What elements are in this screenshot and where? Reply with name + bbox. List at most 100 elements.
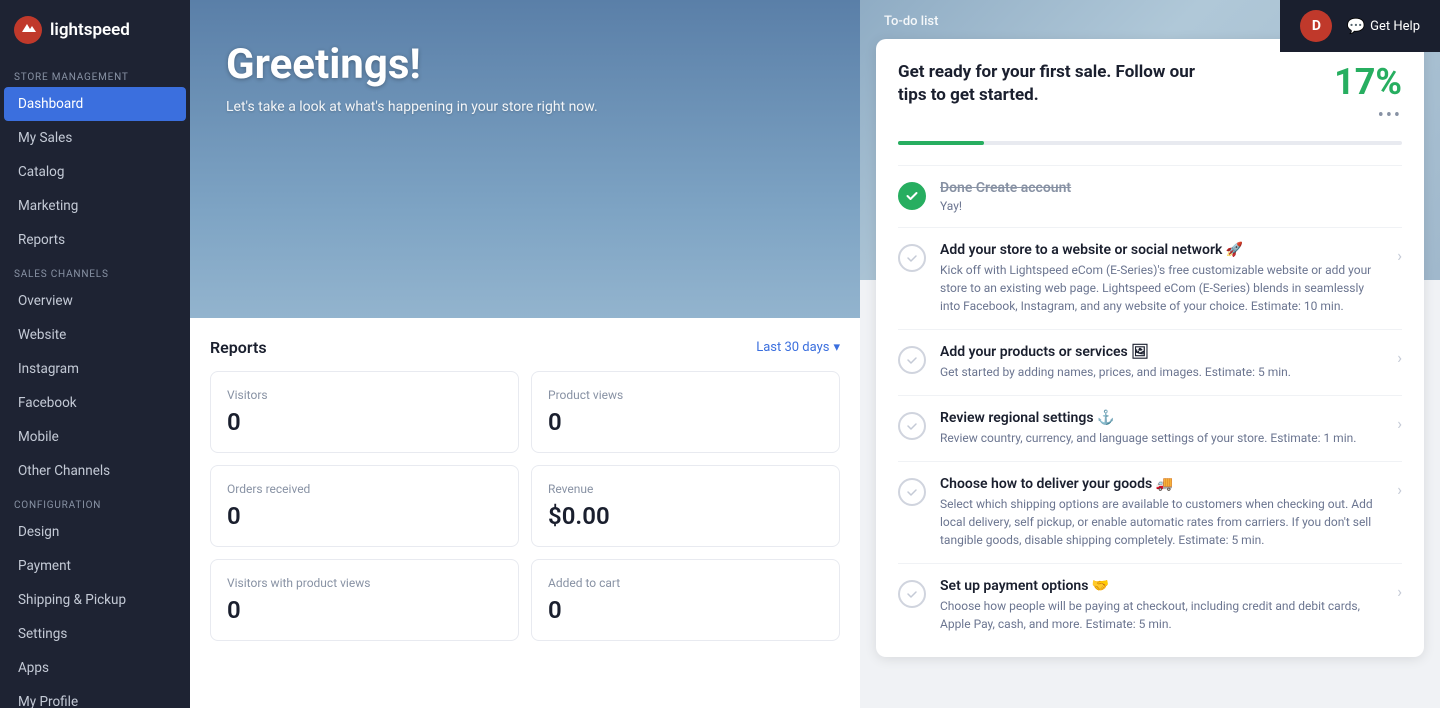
chevron-right-icon: › — [1397, 480, 1402, 499]
todo-check-done — [898, 182, 926, 210]
create-account-label: Done Create account — [940, 180, 1402, 196]
sidebar-item-marketing[interactable]: Marketing — [4, 189, 186, 223]
main-content: D 💬 Get Help — [190, 0, 1440, 708]
todo-progress-fill — [898, 141, 984, 145]
hero-panel: Greetings! Let's take a look at what's h… — [190, 0, 860, 708]
reports-cards: Visitors 0 Product views 0 Orders receiv… — [210, 371, 840, 641]
added-to-cart-value: 0 — [548, 596, 823, 624]
payment-options-desc: Choose how people will be paying at chec… — [940, 597, 1383, 633]
sidebar-item-settings[interactable]: Settings — [4, 617, 186, 651]
added-to-cart-label: Added to cart — [548, 576, 823, 590]
reports-section: Reports Last 30 days ▾ Visitors 0 Produc… — [190, 318, 860, 708]
report-card-product-views: Product views 0 — [531, 371, 840, 453]
add-store-desc: Kick off with Lightspeed eCom (E-Series)… — [940, 261, 1383, 315]
greeting-heading: Greetings! — [226, 40, 824, 89]
chevron-right-icon: › — [1397, 414, 1402, 433]
todo-check-add-store — [898, 244, 926, 272]
add-products-desc: Get started by adding names, prices, and… — [940, 363, 1383, 381]
report-card-orders: Orders received 0 — [210, 465, 519, 547]
topbar: D 💬 Get Help — [1280, 0, 1440, 52]
todo-check-deliver-goods — [898, 478, 926, 506]
report-card-visitors-product-views: Visitors with product views 0 — [210, 559, 519, 641]
lightspeed-logo-icon — [14, 16, 42, 44]
deliver-goods-title: Choose how to deliver your goods 🚚 — [940, 476, 1383, 492]
todo-item-review-regional[interactable]: Review regional settings ⚓ Review countr… — [898, 395, 1402, 461]
chevron-down-icon: ▾ — [833, 340, 840, 355]
revenue-label: Revenue — [548, 482, 823, 496]
reports-filter-button[interactable]: Last 30 days ▾ — [756, 340, 840, 355]
product-views-value: 0 — [548, 408, 823, 436]
todo-check-add-products — [898, 346, 926, 374]
todo-item-payment-options[interactable]: Set up payment options 🤝 Choose how peop… — [898, 563, 1402, 647]
sidebar-item-catalog[interactable]: Catalog — [4, 155, 186, 189]
todo-item-body: Add your store to a website or social ne… — [940, 242, 1383, 315]
product-views-label: Product views — [548, 388, 823, 402]
check-icon — [906, 486, 918, 498]
reports-title: Reports — [210, 338, 267, 357]
report-card-added-to-cart: Added to cart 0 — [531, 559, 840, 641]
todo-item-body: Done Create account Yay! — [940, 180, 1402, 213]
todo-percentage: 17% — [1334, 61, 1402, 103]
content-area: Greetings! Let's take a look at what's h… — [190, 0, 1440, 708]
configuration-section: Configuration Design Payment Shipping & … — [0, 488, 190, 708]
todo-more-button[interactable]: ••• — [1378, 107, 1402, 125]
todo-item-body: Set up payment options 🤝 Choose how peop… — [940, 578, 1383, 633]
sidebar-item-shipping-pickup[interactable]: Shipping & Pickup — [4, 583, 186, 617]
payment-options-title: Set up payment options 🤝 — [940, 578, 1383, 594]
sidebar-logo[interactable]: lightspeed — [0, 0, 190, 60]
avatar-button[interactable]: D — [1300, 10, 1332, 42]
chevron-right-icon: › — [1397, 246, 1402, 265]
check-icon — [906, 420, 918, 432]
chevron-right-icon: › — [1397, 582, 1402, 601]
sidebar-item-dashboard[interactable]: Dashboard — [4, 87, 186, 121]
sidebar-item-my-sales[interactable]: My Sales — [4, 121, 186, 155]
todo-item-create-account[interactable]: Done Create account Yay! — [898, 165, 1402, 227]
get-help-button[interactable]: 💬 Get Help — [1346, 17, 1420, 35]
report-card-visitors: Visitors 0 — [210, 371, 519, 453]
todo-card-header: Get ready for your first sale. Follow ou… — [898, 61, 1402, 125]
sales-channels-section: Sales channels Overview Website Instagra… — [0, 257, 190, 488]
report-card-revenue: Revenue $0.00 — [531, 465, 840, 547]
create-account-done-text: Yay! — [940, 199, 1402, 213]
sidebar-item-mobile[interactable]: Mobile — [4, 420, 186, 454]
review-regional-desc: Review country, currency, and language s… — [940, 429, 1383, 447]
sidebar-item-website[interactable]: Website — [4, 318, 186, 352]
check-icon — [906, 354, 918, 366]
sidebar-item-apps[interactable]: Apps — [4, 651, 186, 685]
sidebar-item-instagram[interactable]: Instagram — [4, 352, 186, 386]
todo-item-body: Choose how to deliver your goods 🚚 Selec… — [940, 476, 1383, 549]
add-products-title: Add your products or services 🖼 — [940, 344, 1383, 360]
todo-item-body: Add your products or services 🖼 Get star… — [940, 344, 1383, 381]
chat-icon: 💬 — [1346, 17, 1365, 35]
todo-item-add-store[interactable]: Add your store to a website or social ne… — [898, 227, 1402, 329]
todo-check-payment-options — [898, 580, 926, 608]
check-icon — [906, 252, 918, 264]
app-name: lightspeed — [50, 20, 130, 40]
visitors-label: Visitors — [227, 388, 502, 402]
configuration-label: Configuration — [0, 488, 190, 515]
sidebar-item-overview[interactable]: Overview — [4, 284, 186, 318]
orders-value: 0 — [227, 502, 502, 530]
revenue-value: $0.00 — [548, 502, 823, 530]
sidebar-item-facebook[interactable]: Facebook — [4, 386, 186, 420]
chevron-right-icon: › — [1397, 348, 1402, 367]
todo-progress-bar — [898, 141, 1402, 145]
reports-header: Reports Last 30 days ▾ — [210, 338, 840, 357]
todo-panel: To-do list Get ready for your first sale… — [860, 0, 1440, 708]
visitors-value: 0 — [227, 408, 502, 436]
add-store-title: Add your store to a website or social ne… — [940, 242, 1383, 258]
todo-item-add-products[interactable]: Add your products or services 🖼 Get star… — [898, 329, 1402, 395]
todo-item-deliver-goods[interactable]: Choose how to deliver your goods 🚚 Selec… — [898, 461, 1402, 563]
todo-check-review-regional — [898, 412, 926, 440]
sidebar-item-my-profile[interactable]: My Profile — [4, 685, 186, 708]
check-icon — [906, 588, 918, 600]
sidebar-item-design[interactable]: Design — [4, 515, 186, 549]
hero-content: Greetings! Let's take a look at what's h… — [190, 0, 860, 139]
orders-label: Orders received — [227, 482, 502, 496]
todo-card: Get ready for your first sale. Follow ou… — [876, 39, 1424, 657]
sidebar-item-reports[interactable]: Reports — [4, 223, 186, 257]
sidebar-item-other-channels[interactable]: Other Channels — [4, 454, 186, 488]
sidebar-item-payment[interactable]: Payment — [4, 549, 186, 583]
sales-channels-label: Sales channels — [0, 257, 190, 284]
checkmark-icon — [905, 189, 919, 203]
